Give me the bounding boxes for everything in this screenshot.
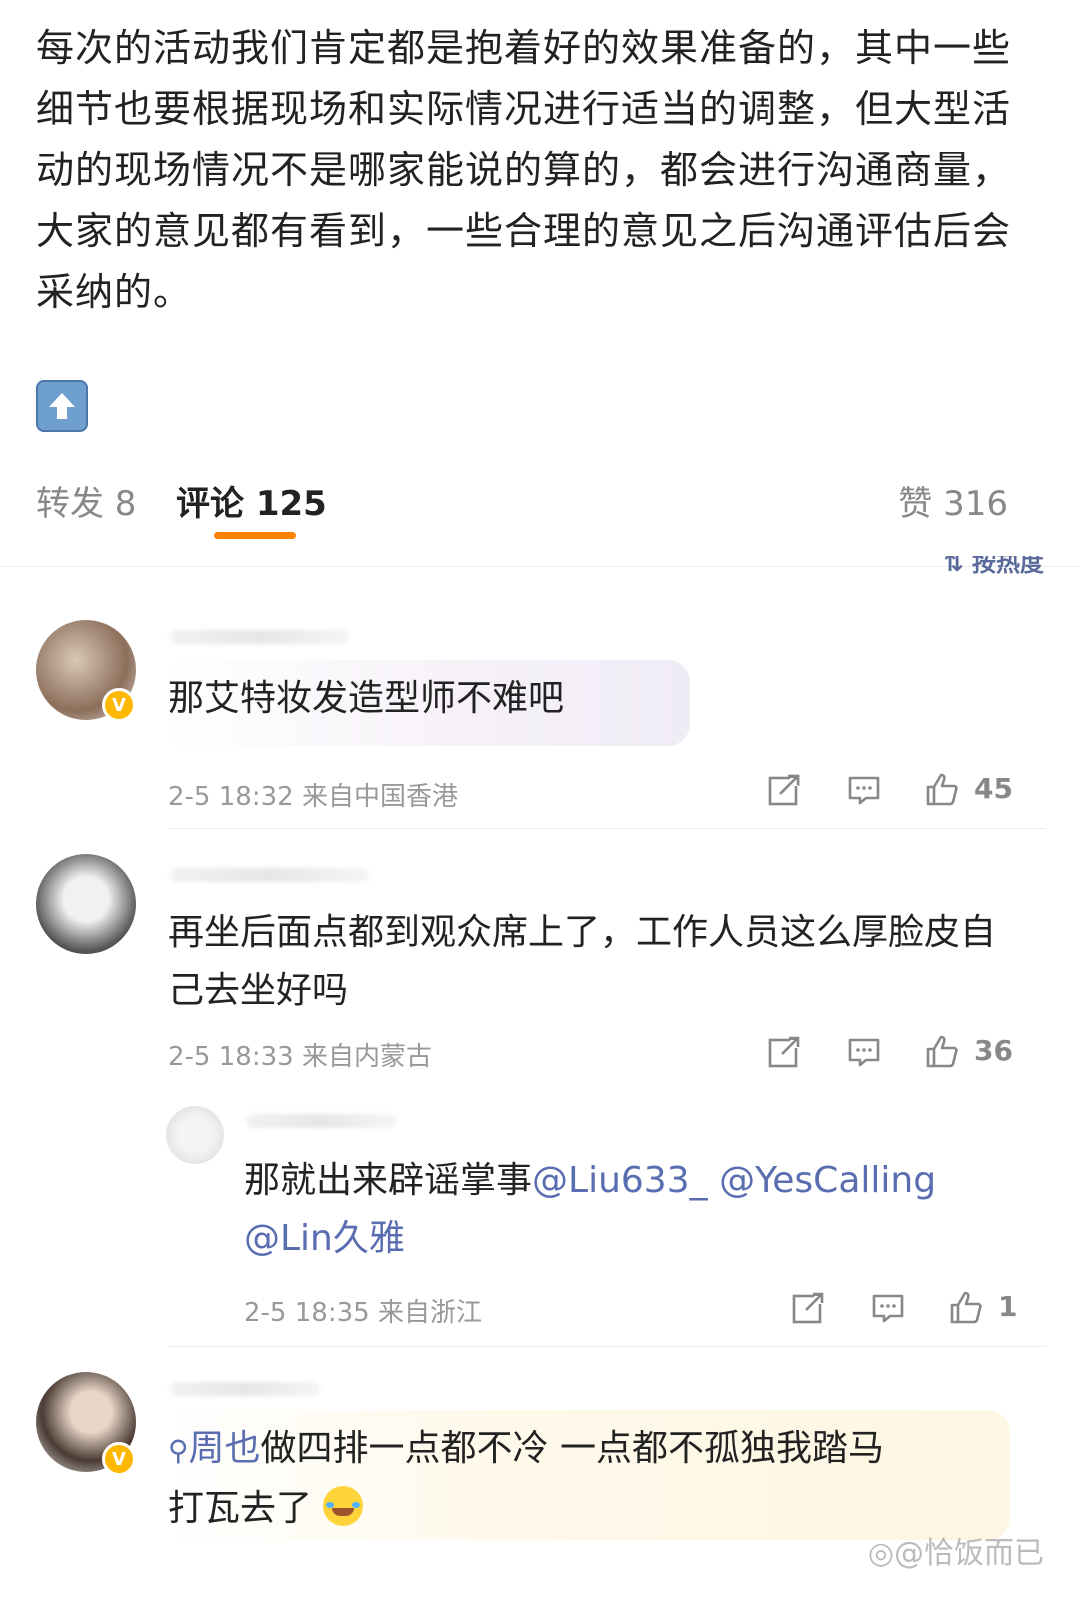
up-arrow-icon	[36, 380, 88, 432]
reply-body: 那就出来辟谣掌事	[244, 1160, 533, 1201]
sort-icon: ⇅	[943, 556, 972, 577]
comment-body: 做四排一点都不冷 一点都不孤独我踏马	[260, 1428, 884, 1469]
reply-location: 来自浙江	[377, 1298, 482, 1328]
row-divider	[168, 1346, 1046, 1347]
comment-icon[interactable]	[846, 772, 882, 808]
reply-text: 那就出来辟谣掌事@Liu633_ @YesCalling @Lin久雅	[244, 1152, 1034, 1268]
sort-label: 按热度	[972, 556, 1044, 577]
like-icon[interactable]	[948, 1290, 984, 1326]
comment-meta: 2-5 18:33 来自内蒙古	[168, 1036, 432, 1073]
like-icon[interactable]	[924, 1034, 960, 1070]
reply-time: 2-5 18:35	[244, 1298, 370, 1328]
reply-actions: 1	[786, 1290, 1026, 1330]
comment-text: 那艾特妆发造型师不难吧	[168, 678, 565, 719]
username[interactable]	[170, 1382, 320, 1396]
share-icon[interactable]	[766, 772, 802, 808]
mention-link[interactable]: @Liu633_	[532, 1160, 708, 1201]
sort-toggle[interactable]: ⇅ 按热度	[944, 556, 1044, 584]
like-count: 45	[974, 772, 1013, 805]
comment-meta: 2-5 18:32 来自中国香港	[168, 776, 458, 813]
row-divider	[168, 828, 1046, 829]
comment-time: 2-5 18:32	[168, 782, 294, 812]
active-tab-indicator	[214, 532, 296, 539]
tab-comments[interactable]: 评论 125	[176, 476, 327, 525]
verified-badge-icon: V	[102, 1442, 136, 1476]
search-icon: ⚲	[168, 1434, 189, 1467]
tab-repost[interactable]: 转发 8	[36, 476, 136, 525]
comment-text: ⚲周也做四排一点都不冷 一点都不孤独我踏马 打瓦去了	[168, 1420, 1028, 1538]
username[interactable]	[246, 1114, 396, 1128]
username[interactable]	[170, 630, 350, 644]
comment-location: 来自内蒙古	[301, 1042, 432, 1072]
share-icon[interactable]	[790, 1290, 826, 1326]
avatar[interactable]	[166, 1106, 224, 1164]
like-count: 36	[974, 1034, 1013, 1067]
mention-link[interactable]: @YesCalling	[719, 1160, 936, 1201]
topic-label: 周也	[188, 1428, 261, 1469]
comment-location: 来自中国香港	[301, 782, 458, 812]
watermark-text: @恰饭而已	[894, 1536, 1044, 1571]
tab-likes[interactable]: 赞 316	[898, 476, 1008, 525]
comment-text: 再坐后面点都到观众席上了，工作人员这么厚脸皮自己去坐好吗	[168, 912, 997, 1011]
comment-body-2: 打瓦去了	[168, 1488, 313, 1529]
comment-actions: 36	[760, 1034, 1020, 1074]
watermark: ◎@恰饭而已	[868, 1528, 1044, 1572]
like-icon[interactable]	[924, 772, 960, 808]
post-text: 每次的活动我们肯定都是抱着好的效果准备的，其中一些细节也要根据现场和实际情况进行…	[36, 26, 1012, 314]
comment-time: 2-5 18:33	[168, 1042, 294, 1072]
mention-link[interactable]: @Lin久雅	[244, 1218, 405, 1259]
topic-link[interactable]: ⚲周也	[168, 1428, 261, 1469]
weibo-logo-icon: ◎	[867, 1536, 894, 1571]
tabs-divider	[0, 566, 1080, 567]
laughing-crying-emoji-icon	[323, 1486, 364, 1526]
reply-meta: 2-5 18:35 来自浙江	[244, 1292, 482, 1329]
verified-badge-icon: V	[102, 688, 136, 722]
avatar[interactable]	[36, 854, 136, 954]
like-count: 1	[998, 1290, 1018, 1323]
tab-bar: 转发 8 评论 125 赞 316	[0, 470, 1080, 550]
comment-actions: 45	[760, 772, 1020, 812]
username[interactable]	[170, 868, 370, 882]
comment-icon[interactable]	[846, 1034, 882, 1070]
comment-icon[interactable]	[870, 1290, 906, 1326]
share-icon[interactable]	[766, 1034, 802, 1070]
